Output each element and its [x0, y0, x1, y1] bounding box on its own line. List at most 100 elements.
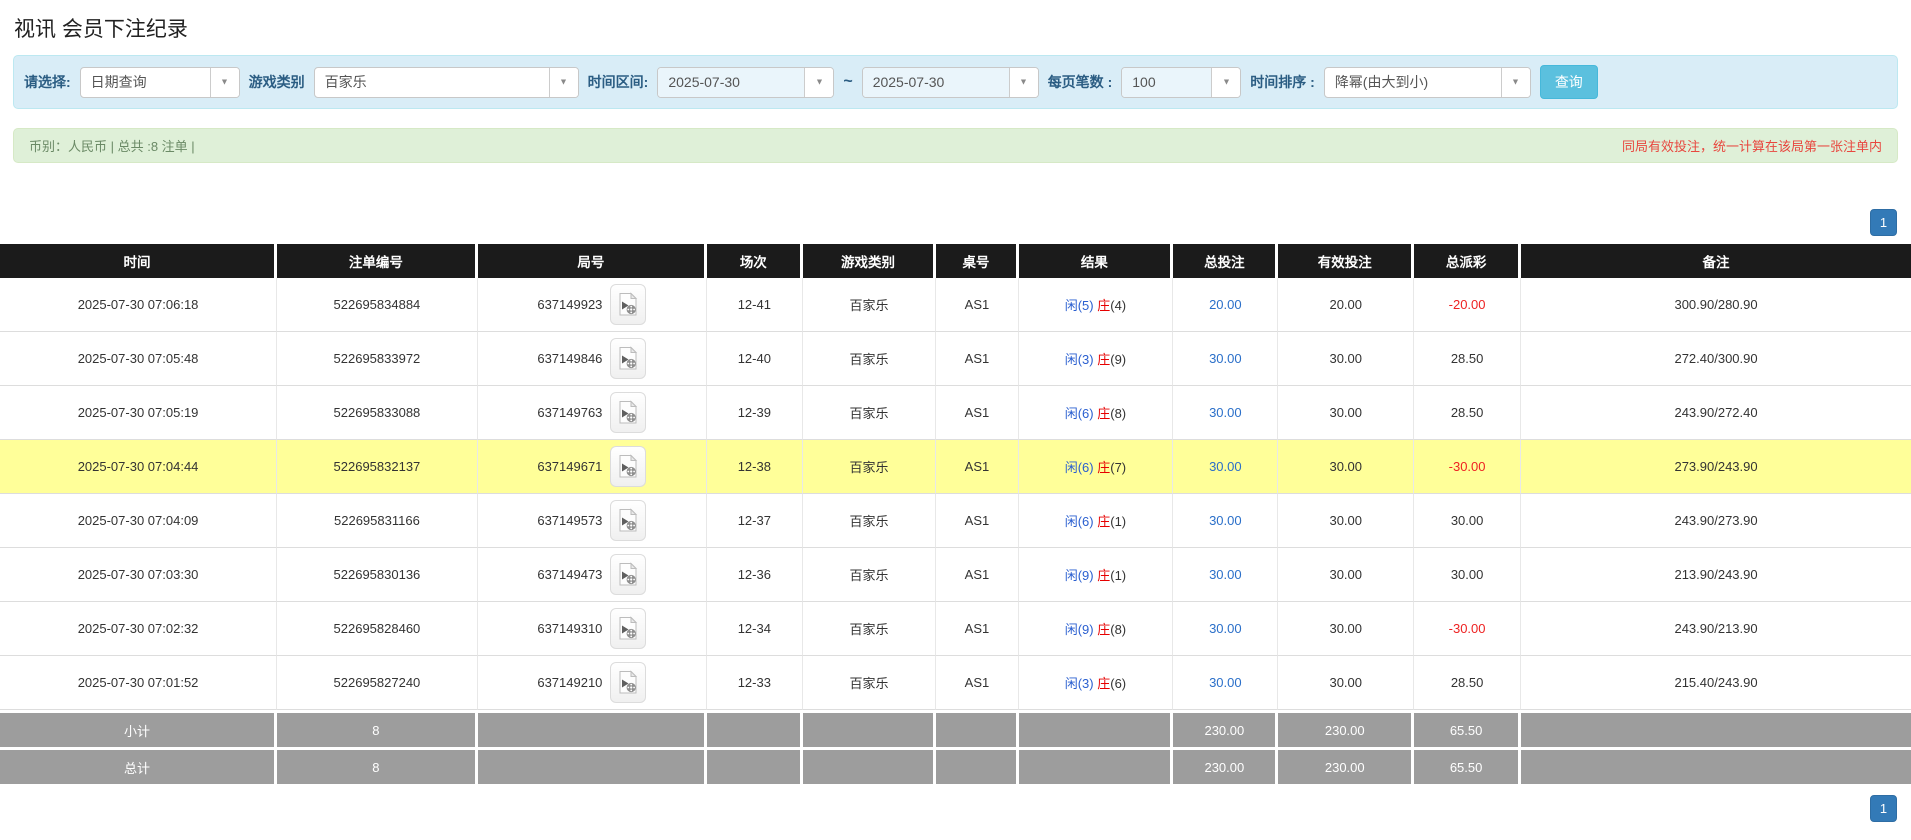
- date-from-value: 2025-07-30: [658, 68, 804, 97]
- video-replay-button[interactable]: [610, 446, 646, 487]
- cell-bet-id: 522695834884: [277, 278, 478, 332]
- result-banker-num: (1): [1110, 568, 1126, 583]
- video-replay-button[interactable]: [610, 338, 646, 379]
- cell-result: 闲(5) 庄(4): [1019, 278, 1174, 332]
- total-payout: 65.50: [1414, 747, 1521, 784]
- cell-game-type: 百家乐: [803, 494, 937, 548]
- subtotal-label: 小计: [0, 710, 277, 747]
- chevron-down-icon[interactable]: ▼: [804, 68, 833, 97]
- page-size-label: 每页笔数 :: [1048, 72, 1113, 92]
- header-round-id: 局号: [478, 244, 707, 278]
- round-id-value: 637149210: [537, 675, 602, 690]
- table-row: 2025-07-30 07:06:18 522695834884 6371499…: [0, 278, 1911, 332]
- cell-total-bet: 30.00: [1173, 656, 1278, 710]
- video-replay-button[interactable]: [610, 284, 646, 325]
- subtotal-total-bet: 230.00: [1173, 710, 1278, 747]
- sort-order-select[interactable]: 降幂(由大到小) ▼: [1324, 67, 1531, 98]
- cell-table-no: AS1: [936, 332, 1018, 386]
- video-replay-icon: [618, 562, 638, 587]
- cell-bet-id: 522695828460: [277, 602, 478, 656]
- game-type-value: 百家乐: [315, 68, 549, 97]
- video-replay-icon: [618, 346, 638, 371]
- total-bet-link[interactable]: 30.00: [1209, 621, 1242, 636]
- currency-total-text: 币别：人民币 | 总共 :8 注单 |: [29, 136, 195, 155]
- page-1-button[interactable]: 1: [1870, 795, 1897, 822]
- sort-order-value: 降幂(由大到小): [1325, 68, 1501, 97]
- result-banker: 庄: [1097, 406, 1110, 421]
- cell-time: 2025-07-30 07:03:30: [0, 548, 277, 602]
- cell-total-bet: 30.00: [1173, 440, 1278, 494]
- cell-remark: 300.90/280.90: [1521, 278, 1911, 332]
- select-type-label: 请选择:: [24, 72, 71, 92]
- total-bet-link[interactable]: 30.00: [1209, 459, 1242, 474]
- chevron-down-icon[interactable]: ▼: [210, 68, 239, 97]
- total-bet-link[interactable]: 20.00: [1209, 297, 1242, 312]
- result-banker: 庄: [1097, 676, 1110, 691]
- result-banker-num: (6): [1110, 676, 1126, 691]
- cell-bet-id: 522695827240: [277, 656, 478, 710]
- chevron-down-icon[interactable]: ▼: [549, 68, 578, 97]
- cell-time: 2025-07-30 07:01:52: [0, 656, 277, 710]
- header-table-no: 桌号: [936, 244, 1018, 278]
- chevron-down-icon[interactable]: ▼: [1211, 68, 1240, 97]
- page-size-value: 100: [1122, 68, 1211, 97]
- cell-valid-bet: 30.00: [1278, 332, 1414, 386]
- cell-payout: -20.00: [1414, 278, 1521, 332]
- search-button[interactable]: 查询: [1540, 65, 1598, 99]
- page-size-select[interactable]: 100 ▼: [1121, 67, 1241, 98]
- cell-bet-id: 522695830136: [277, 548, 478, 602]
- total-bet-link[interactable]: 30.00: [1209, 567, 1242, 582]
- game-type-select[interactable]: 百家乐 ▼: [314, 67, 579, 98]
- result-player: 闲(6): [1065, 406, 1094, 421]
- range-separator: ~: [843, 73, 852, 91]
- total-bet-link[interactable]: 30.00: [1209, 675, 1242, 690]
- query-type-select[interactable]: 日期查询 ▼: [80, 67, 240, 98]
- page-1-button[interactable]: 1: [1870, 209, 1897, 236]
- round-id-value: 637149671: [537, 459, 602, 474]
- cell-session: 12-38: [707, 440, 803, 494]
- cell-total-bet: 30.00: [1173, 386, 1278, 440]
- video-replay-button[interactable]: [610, 500, 646, 541]
- cell-game-type: 百家乐: [803, 440, 937, 494]
- date-from-picker[interactable]: 2025-07-30 ▼: [657, 67, 834, 98]
- date-to-value: 2025-07-30: [863, 68, 1009, 97]
- cell-result: 闲(9) 庄(1): [1019, 548, 1174, 602]
- total-bet-link[interactable]: 30.00: [1209, 351, 1242, 366]
- cell-valid-bet: 30.00: [1278, 602, 1414, 656]
- chevron-down-icon[interactable]: ▼: [1009, 68, 1038, 97]
- cell-payout: 30.00: [1414, 494, 1521, 548]
- caret-glyph: ▼: [1019, 77, 1028, 87]
- header-valid-bet: 有效投注: [1278, 244, 1414, 278]
- cell-payout: 28.50: [1414, 386, 1521, 440]
- header-payout: 总派彩: [1414, 244, 1521, 278]
- subtotal-valid-bet: 230.00: [1278, 710, 1414, 747]
- cell-payout: -30.00: [1414, 602, 1521, 656]
- video-replay-button[interactable]: [610, 392, 646, 433]
- video-replay-button[interactable]: [610, 662, 646, 703]
- total-bet-link[interactable]: 30.00: [1209, 405, 1242, 420]
- cell-valid-bet: 30.00: [1278, 440, 1414, 494]
- cell-valid-bet: 30.00: [1278, 656, 1414, 710]
- total-bet-link[interactable]: 30.00: [1209, 513, 1242, 528]
- cell-time: 2025-07-30 07:05:48: [0, 332, 277, 386]
- date-to-picker[interactable]: 2025-07-30 ▼: [862, 67, 1039, 98]
- result-player: 闲(3): [1065, 352, 1094, 367]
- cell-total-bet: 30.00: [1173, 548, 1278, 602]
- cell-table-no: AS1: [936, 602, 1018, 656]
- result-banker: 庄: [1097, 568, 1110, 583]
- chevron-down-icon[interactable]: ▼: [1501, 68, 1530, 97]
- cell-game-type: 百家乐: [803, 332, 937, 386]
- table-row: 2025-07-30 07:04:09 522695831166 6371495…: [0, 494, 1911, 548]
- result-player: 闲(6): [1065, 460, 1094, 475]
- cell-payout: 28.50: [1414, 656, 1521, 710]
- cell-result: 闲(9) 庄(8): [1019, 602, 1174, 656]
- header-bet-id: 注单编号: [277, 244, 478, 278]
- cell-time: 2025-07-30 07:04:09: [0, 494, 277, 548]
- cell-remark: 272.40/300.90: [1521, 332, 1911, 386]
- cell-round-id: 637149763: [478, 386, 707, 440]
- round-id-value: 637149763: [537, 405, 602, 420]
- video-replay-button[interactable]: [610, 608, 646, 649]
- video-replay-button[interactable]: [610, 554, 646, 595]
- cell-total-bet: 20.00: [1173, 278, 1278, 332]
- pagination-bottom: 1: [14, 795, 1897, 822]
